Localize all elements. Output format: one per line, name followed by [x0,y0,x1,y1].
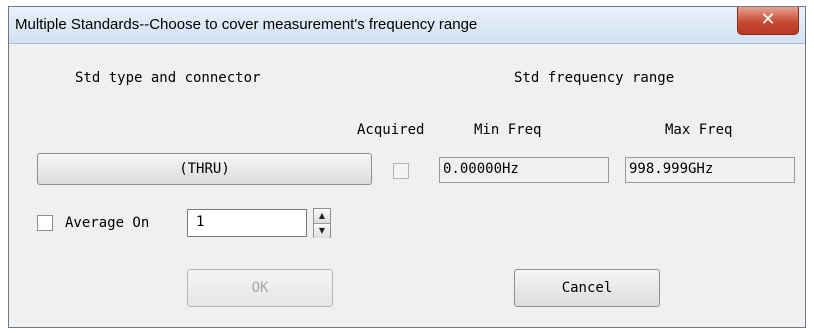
average-on-checkbox[interactable] [37,215,53,231]
standard-thru-button[interactable]: (THRU) [37,153,372,185]
acquired-checkbox[interactable] [393,163,409,179]
average-on-label: Average On [65,215,150,231]
average-count-value: 1 [196,214,205,230]
cancel-label: Cancel [561,280,613,296]
max-freq-column-header: Max Freq [665,122,733,138]
acquired-column-header: Acquired [357,122,425,138]
standard-thru-label: (THRU) [179,161,230,177]
max-freq-field: 998.999GHz [625,157,795,183]
cancel-button[interactable]: Cancel [514,269,660,307]
ok-button[interactable]: OK [187,269,333,307]
std-type-header: Std type and connector [75,70,261,86]
std-frequency-header: Std frequency range [514,70,675,86]
min-freq-column-header: Min Freq [474,122,542,138]
min-freq-value: 0.00000Hz [443,161,519,177]
chevron-up-icon[interactable]: ▲ [314,209,330,223]
average-count-input[interactable]: 1 [187,209,307,237]
dialog-window: Multiple Standards--Choose to cover meas… [8,6,806,328]
max-freq-value: 998.999GHz [629,161,714,177]
min-freq-field: 0.00000Hz [439,157,609,183]
title-bar: Multiple Standards--Choose to cover meas… [9,7,805,44]
chevron-down-icon[interactable]: ▼ [314,223,330,238]
close-icon: ✕ [760,9,776,30]
close-button[interactable]: ✕ [737,7,799,35]
window-title: Multiple Standards--Choose to cover meas… [15,16,478,33]
ok-label: OK [251,280,269,296]
average-count-spinner[interactable]: ▲ ▼ [313,208,331,238]
